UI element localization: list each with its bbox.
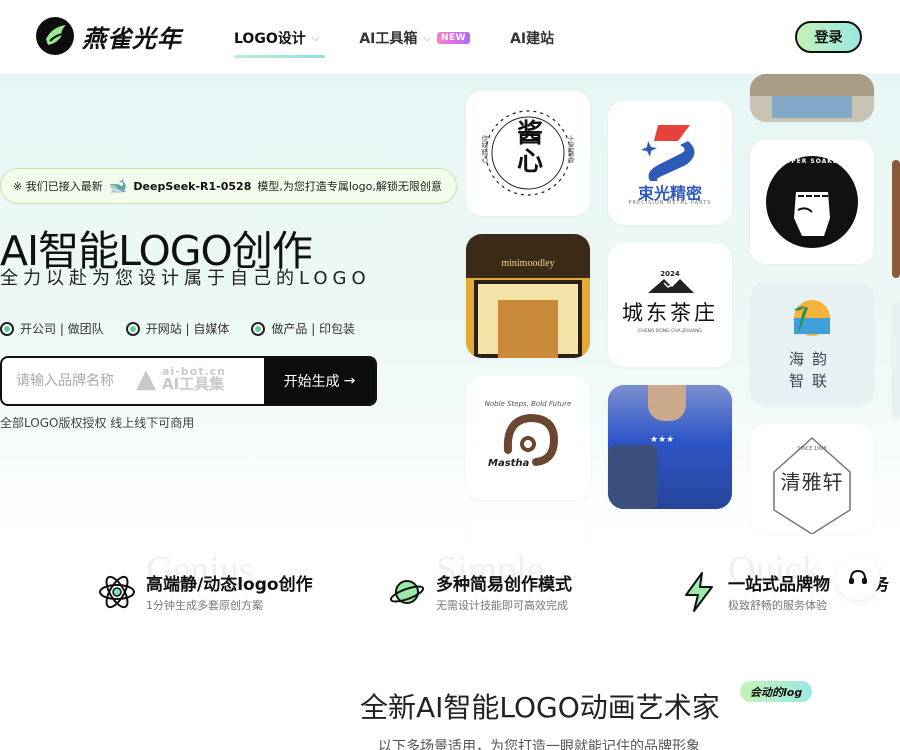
section-title: 全新AI智能LOGO动画艺术家 (360, 691, 720, 724)
logo-card-mastha[interactable]: Noble Steps, Bold Future Mastha (466, 376, 590, 500)
logo-name: 城东茶庄 (622, 301, 718, 325)
highlight-desc: 极致舒畅的服务体验 (728, 599, 827, 612)
use-case-label: 开公司 | 做团队 (20, 322, 104, 336)
logo-side-text: 十里飘香 (567, 135, 575, 163)
notice-model: DeepSeek-R1-0528 (133, 179, 252, 193)
highlight-item: 多种简易创作模式 无需设计技能即可高效完成 (388, 570, 572, 613)
hero-section: ※ 我们已接入最新 🐋 DeepSeek-R1-0528 模型,为您打造专属lo… (0, 74, 900, 544)
nav-ai-website[interactable]: AI建站 (510, 27, 554, 49)
logo-name: Mastha (488, 458, 530, 469)
logo-card-supersoaker[interactable]: SUPER SOAKER (750, 140, 874, 264)
logo-name: 清雅轩 (780, 470, 844, 494)
highlight-desc: 1分钟生成多套原创方案 (146, 599, 263, 612)
logo-name: SUPER SOAKER (780, 158, 844, 165)
arrow-right-icon: → (343, 373, 356, 389)
logo-card-shuguang[interactable]: 束光精密 PRECISION METAL PARTS (608, 101, 732, 225)
section-subtitle: 以下多场景适用，为您打造一眼就能记住的品牌形象 (378, 739, 700, 750)
nav-logo-design[interactable]: LOGO设计 ⌵ (234, 27, 326, 58)
logo-name: 海韵智联 (788, 350, 835, 390)
planet-icon (389, 579, 425, 604)
notice-suffix: 模型,为您打造专属logo,解锁无限创意 (257, 180, 442, 193)
logo-tagline: CHENG DONG CHA ZHUANG (638, 329, 702, 334)
notice-prefix: ※ 我们已接入最新 (13, 180, 103, 193)
logo-card-partial-right[interactable] (892, 160, 900, 278)
logo-tagline: PRECISION METAL PARTS (628, 200, 712, 206)
atom-icon (99, 575, 135, 608)
button-label: 开始生成 (283, 374, 340, 390)
logo-card-jiangxin[interactable]: 酱心 佳味精心 十里飘香 (466, 91, 590, 216)
brand-logo[interactable]: 燕雀光年 (36, 17, 182, 55)
logo-card-storefront[interactable] (750, 74, 874, 122)
customer-support-icon[interactable] (836, 556, 880, 600)
new-badge: NEW (436, 32, 471, 44)
use-case-label: 做产品 | 印包装 (271, 322, 356, 336)
brand-name: 燕雀光年 (82, 24, 182, 53)
top-navbar: 燕雀光年 LOGO设计 ⌵ AI工具箱 ⌵ NEW AI建站 登录 (0, 0, 900, 74)
chevron-down-icon: ⌵ (423, 32, 431, 44)
logo-card-minimoodley[interactable]: minimoodley (466, 234, 590, 358)
start-generate-button[interactable]: 开始生成 → (264, 358, 375, 404)
check-dot-icon (251, 321, 266, 336)
deepseek-notice[interactable]: ※ 我们已接入最新 🐋 DeepSeek-R1-0528 模型,为您打造专属lo… (0, 168, 457, 204)
main-nav: LOGO设计 ⌵ AI工具箱 ⌵ NEW AI建站 (234, 27, 554, 58)
brand-name-input[interactable] (2, 358, 266, 404)
deepseek-whale-icon: 🐋 (108, 177, 128, 195)
logo-card-haiyun[interactable]: 海韵智联 (750, 282, 874, 406)
hero-subtitle: 全力以赴为您设计属于自己的LOGO (0, 268, 371, 289)
logo-side-text: 佳味精心 (481, 135, 489, 163)
login-button[interactable]: 登录 (795, 21, 862, 53)
chevron-down-icon: ⌵ (311, 32, 320, 44)
nav-label: AI建站 (510, 31, 555, 47)
highlight-desc: 无需设计技能即可高效完成 (436, 599, 568, 612)
use-case-item: 开公司 | 做团队 (0, 320, 104, 337)
use-case-item: 做产品 | 印包装 (251, 320, 355, 337)
logo-card-qingyaxuan[interactable]: SINCE 1998 清雅轩 (750, 424, 874, 534)
copyright-note: 全部LOGO版权授权 线上线下可商用 (0, 416, 195, 430)
logo-card-photo[interactable]: ★★★ (608, 385, 732, 509)
highlight-title: 多种简易创作模式 (436, 575, 572, 595)
logo-tagline: SINCE 1998 (797, 446, 827, 452)
section-badge: 会动的log (740, 681, 813, 702)
brand-search-bar: ▲ ai-bot.cn AI工具集 开始生成 → (0, 356, 377, 406)
logo-card-chengdong[interactable]: 2024 城东茶庄 CHENG DONG CHA ZHUANG (608, 243, 732, 367)
use-case-label: 开网站 | 自媒体 (145, 322, 230, 336)
nav-ai-toolbox[interactable]: AI工具箱 ⌵ NEW (359, 27, 471, 49)
nav-label: LOGO设计 (234, 31, 306, 47)
shirt-print-icon: ★★★ (650, 435, 675, 445)
logo-card-partial-right[interactable] (892, 300, 900, 418)
nav-label: AI工具箱 (359, 31, 418, 47)
use-case-item: 开网站 | 自媒体 (125, 320, 230, 337)
lightning-icon (685, 571, 713, 612)
check-dot-icon (0, 321, 14, 336)
use-case-list: 开公司 | 做团队 开网站 | 自媒体 做产品 | 印包装 (0, 320, 355, 337)
highlight-title: 高端静/动态logo创作 (146, 575, 313, 595)
swallow-logo-icon (36, 17, 74, 55)
highlight-item: 高端静/动态logo创作 1分钟生成多套原创方案 (98, 570, 313, 613)
logo-card-partial[interactable] (466, 518, 590, 544)
logo-name: minimoodley (501, 258, 555, 269)
check-dot-icon (125, 321, 140, 336)
